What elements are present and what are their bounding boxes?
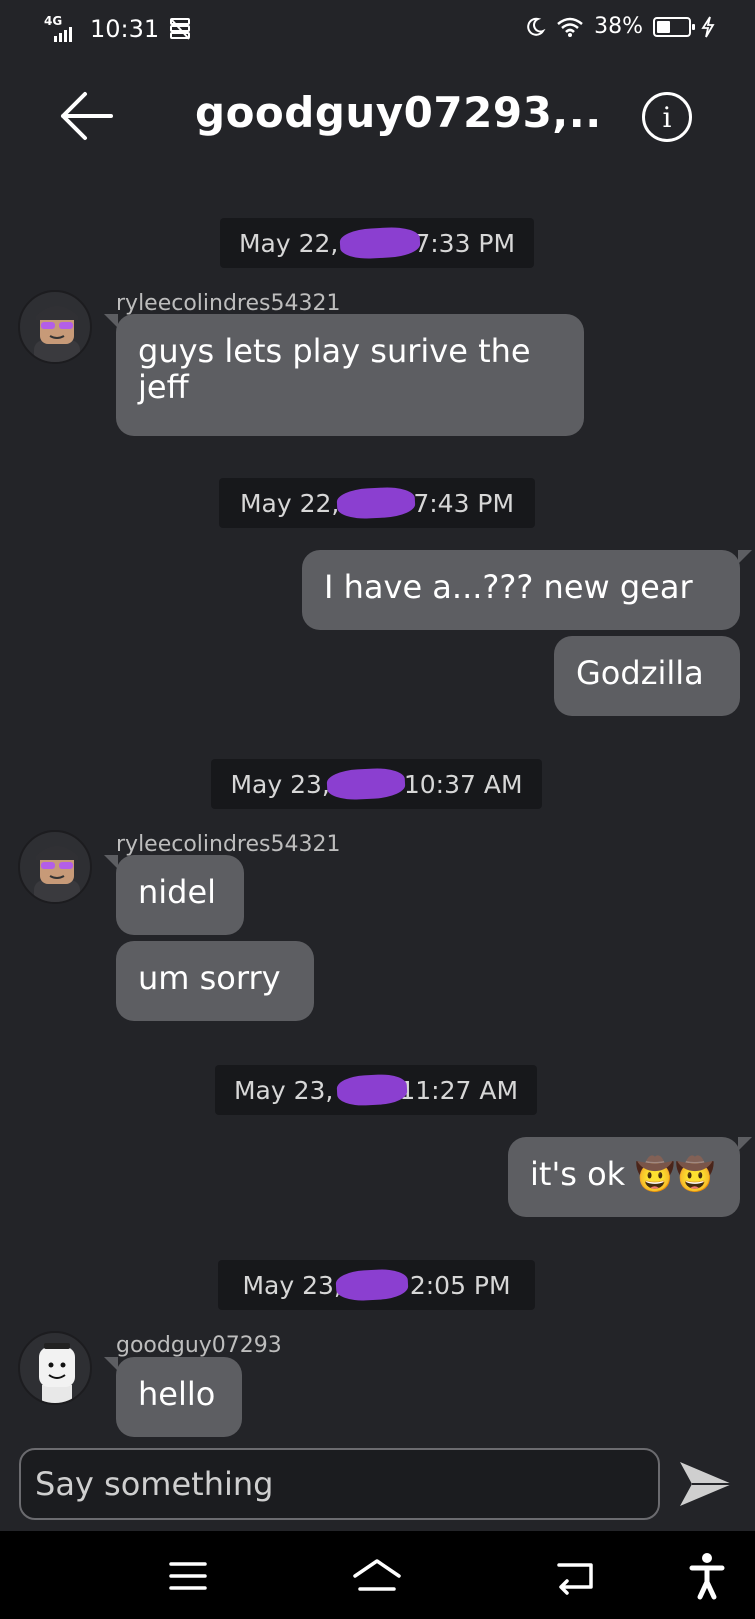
back-icon bbox=[557, 1563, 593, 1595]
time-label: 7:33 PM bbox=[414, 228, 516, 258]
incoming-message[interactable]: nidel bbox=[104, 855, 244, 935]
status-right: 38% bbox=[524, 14, 715, 39]
date-label: May 23, bbox=[233, 1075, 334, 1105]
menu-icon bbox=[169, 1562, 207, 1590]
outgoing-message[interactable]: it's ok 🤠🤠 bbox=[508, 1137, 752, 1217]
home-icon bbox=[353, 1559, 401, 1591]
info-button[interactable]: i bbox=[642, 92, 692, 142]
signal-icon: 4G bbox=[44, 14, 80, 44]
message-composer[interactable] bbox=[19, 1448, 660, 1520]
clock: 10:31 bbox=[90, 15, 160, 43]
incoming-message[interactable]: guys lets play surive the jeff bbox=[104, 314, 584, 436]
system-nav-bar bbox=[0, 1531, 755, 1619]
chat-header: goodguy07293,... i bbox=[0, 70, 755, 170]
status-left: 4G 10:31 bbox=[44, 14, 191, 44]
sender-name: ryleecolindres54321 bbox=[116, 291, 341, 316]
battery-percent: 38% bbox=[594, 14, 643, 39]
chat-title[interactable]: goodguy07293,... bbox=[195, 88, 605, 137]
avatar[interactable] bbox=[18, 290, 92, 364]
date-separator: May 23, 11:27 AM bbox=[215, 1065, 537, 1115]
avatar[interactable] bbox=[18, 1331, 92, 1405]
date-label: May 22, bbox=[238, 228, 339, 258]
status-bar: 4G 10:31 38% bbox=[0, 0, 755, 60]
accessibility-button[interactable] bbox=[680, 1549, 734, 1603]
menu-button[interactable] bbox=[161, 1549, 215, 1603]
home-button[interactable] bbox=[350, 1549, 404, 1603]
sender-name: ryleecolindres54321 bbox=[116, 832, 341, 857]
date-separator: May 22, 7:33 PM bbox=[220, 218, 534, 268]
message-input[interactable] bbox=[21, 1450, 658, 1518]
outgoing-message[interactable]: I have a...??? new gear bbox=[302, 550, 752, 630]
info-icon: i bbox=[662, 100, 672, 134]
accessibility-icon bbox=[689, 1553, 725, 1600]
battery-icon bbox=[653, 16, 695, 37]
send-icon bbox=[680, 1462, 732, 1506]
redaction-scribble bbox=[336, 1073, 408, 1107]
time-label: 7:43 PM bbox=[413, 488, 515, 518]
network-type: 4G bbox=[44, 14, 63, 28]
arrow-left-icon bbox=[61, 92, 113, 140]
send-button[interactable] bbox=[676, 1458, 736, 1510]
redaction-scribble bbox=[336, 485, 416, 521]
redaction-scribble bbox=[326, 766, 406, 802]
incoming-message[interactable]: hello bbox=[104, 1357, 242, 1437]
charging-icon bbox=[701, 16, 715, 37]
incoming-message[interactable]: um sorry bbox=[116, 941, 314, 1021]
avatar[interactable] bbox=[18, 830, 92, 904]
time-label: 11:27 AM bbox=[399, 1075, 519, 1105]
date-separator: May 22, 7:43 PM bbox=[219, 478, 535, 528]
outgoing-message[interactable]: Godzilla bbox=[554, 636, 740, 716]
date-separator: May 23, 2:05 PM bbox=[218, 1260, 535, 1310]
back-button[interactable] bbox=[55, 84, 119, 148]
moon-icon bbox=[527, 17, 546, 36]
time-label: 10:37 AM bbox=[403, 769, 523, 799]
redaction-scribble bbox=[339, 225, 421, 261]
sender-name: goodguy07293 bbox=[116, 1333, 282, 1358]
time-label: 2:05 PM bbox=[409, 1270, 511, 1300]
date-label: May 22, bbox=[239, 488, 340, 518]
date-label: May 23, bbox=[230, 769, 330, 799]
sim-icon bbox=[170, 18, 191, 40]
nav-back-button[interactable] bbox=[549, 1549, 603, 1603]
wifi-icon bbox=[557, 17, 583, 37]
redaction-scribble bbox=[335, 1268, 409, 1302]
date-label: May 23, bbox=[242, 1270, 342, 1300]
date-separator: May 23, 10:37 AM bbox=[211, 759, 542, 809]
